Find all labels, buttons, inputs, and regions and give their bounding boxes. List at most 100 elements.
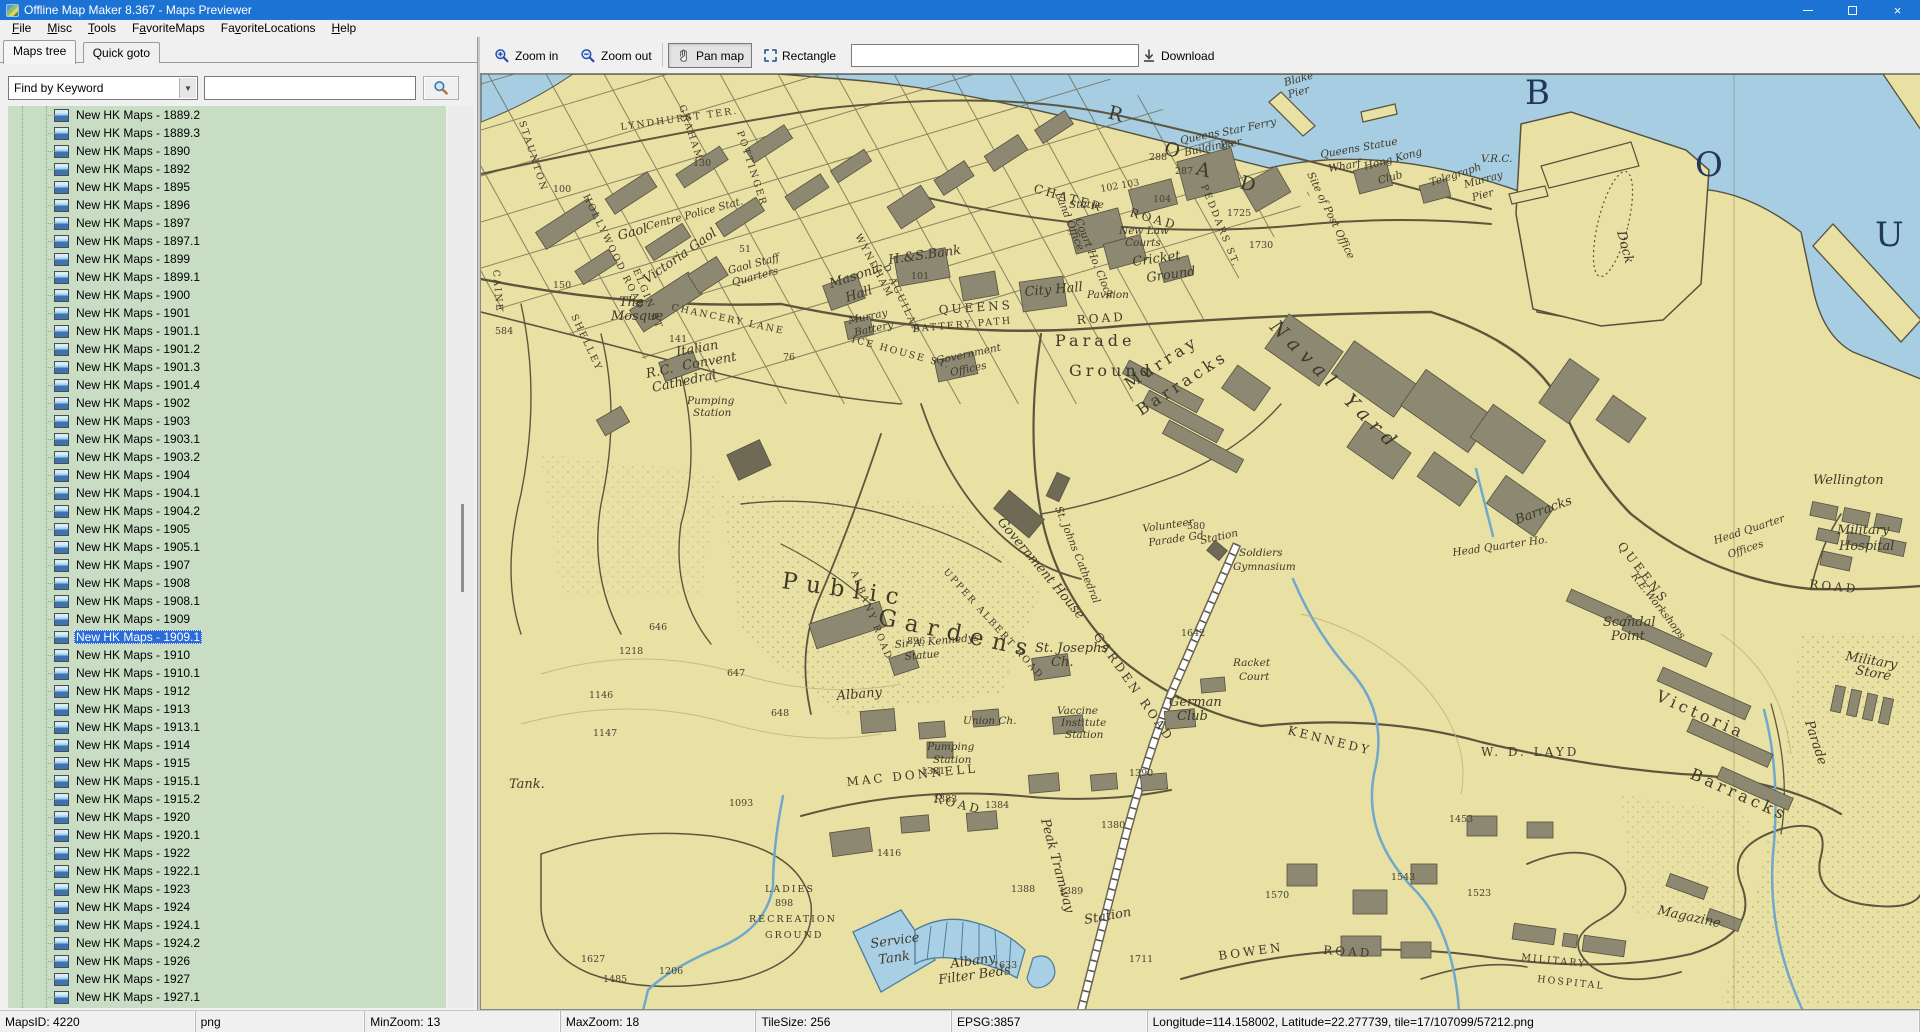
tree-item[interactable]: New HK Maps - 1910 — [8, 646, 446, 664]
download-label: Download — [1161, 49, 1214, 63]
tree-scrollbar[interactable] — [448, 106, 474, 1008]
map-thumbnail-icon — [54, 883, 69, 896]
tree-item[interactable]: New HK Maps - 1924.2 — [8, 934, 446, 952]
svg-text:1380: 1380 — [1101, 820, 1125, 831]
menu-item-help[interactable]: Help — [324, 20, 365, 36]
minimize-button[interactable] — [1785, 0, 1830, 20]
svg-text:1523: 1523 — [1467, 888, 1491, 899]
map-thumbnail-icon — [54, 667, 69, 680]
tree-item[interactable]: New HK Maps - 1910.1 — [8, 664, 446, 682]
zoom-out-button[interactable]: Zoom out — [572, 43, 660, 68]
map-canvas[interactable]: BOUROADBlakePierStar FerryPierQueens Sta… — [481, 74, 1920, 1010]
tree-item[interactable]: New HK Maps - 1904.2 — [8, 502, 446, 520]
tree-item[interactable]: New HK Maps - 1920.1 — [8, 826, 446, 844]
tree-item[interactable]: New HK Maps - 1920 — [8, 808, 446, 826]
tree-item[interactable]: New HK Maps - 1914 — [8, 736, 446, 754]
tree-item[interactable]: New HK Maps - 1901 — [8, 304, 446, 322]
zoom-out-icon — [580, 48, 596, 64]
tree-item[interactable]: New HK Maps - 1900 — [8, 286, 446, 304]
tree-item[interactable]: New HK Maps - 1901.1 — [8, 322, 446, 340]
tree-item[interactable]: New HK Maps - 1923 — [8, 880, 446, 898]
tree-item-label: New HK Maps - 1924.1 — [74, 918, 202, 932]
tree-item[interactable]: New HK Maps - 1907 — [8, 556, 446, 574]
tab-maps-tree[interactable]: Maps tree — [3, 40, 76, 64]
search-button[interactable] — [423, 76, 459, 100]
tree-item[interactable]: New HK Maps - 1909.1 — [8, 628, 446, 646]
menu-item-file[interactable]: File — [4, 20, 39, 36]
tree-item-label: New HK Maps - 1922 — [74, 846, 192, 860]
tree-item[interactable]: New HK Maps - 1897 — [8, 214, 446, 232]
rectangle-button[interactable]: Rectangle — [756, 43, 844, 68]
tree-item[interactable]: New HK Maps - 1903.2 — [8, 448, 446, 466]
tree-item[interactable]: New HK Maps - 1889.2 — [8, 106, 446, 124]
search-input[interactable] — [204, 76, 416, 100]
tree-item[interactable]: New HK Maps - 1904.1 — [8, 484, 446, 502]
menu-item-favoritemaps[interactable]: FavoriteMaps — [124, 20, 213, 36]
tree-item[interactable]: New HK Maps - 1912 — [8, 682, 446, 700]
tree-item[interactable]: New HK Maps - 1913.1 — [8, 718, 446, 736]
map-thumbnail-icon — [54, 973, 69, 986]
zoom-in-button[interactable]: Zoom in — [486, 43, 566, 68]
tree-item[interactable]: New HK Maps - 1892 — [8, 160, 446, 178]
find-mode-dropdown[interactable]: Find by Keyword ▼ — [8, 76, 198, 100]
tree-item-label: New HK Maps - 1899.1 — [74, 270, 202, 284]
tree-item[interactable]: New HK Maps - 1905.1 — [8, 538, 446, 556]
tree-item[interactable]: New HK Maps - 1890 — [8, 142, 446, 160]
pan-map-button[interactable]: Pan map — [668, 43, 752, 68]
map-thumbnail-icon — [54, 181, 69, 194]
tree-item[interactable]: New HK Maps - 1899.1 — [8, 268, 446, 286]
tree-item[interactable]: New HK Maps - 1903.1 — [8, 430, 446, 448]
tree-item[interactable]: New HK Maps - 1899 — [8, 250, 446, 268]
close-button[interactable]: × — [1875, 0, 1920, 20]
tree-item[interactable]: New HK Maps - 1909 — [8, 610, 446, 628]
svg-text:Institute: Institute — [1060, 717, 1106, 729]
tree-item[interactable]: New HK Maps - 1901.4 — [8, 376, 446, 394]
tree-scrollbar-thumb[interactable] — [461, 504, 464, 592]
tree-item[interactable]: New HK Maps - 1901.2 — [8, 340, 446, 358]
tree-item-label: New HK Maps - 1904.1 — [74, 486, 202, 500]
tree-item[interactable]: New HK Maps - 1924.1 — [8, 916, 446, 934]
toolbar-input[interactable] — [851, 44, 1139, 67]
tree-item[interactable]: New HK Maps - 1927 — [8, 970, 446, 988]
tree-item[interactable]: New HK Maps - 1915.1 — [8, 772, 446, 790]
map-thumbnail-icon — [54, 595, 69, 608]
tree-item[interactable]: New HK Maps - 1922.1 — [8, 862, 446, 880]
magnifier-icon — [433, 80, 449, 96]
map-thumbnail-icon — [54, 487, 69, 500]
chevron-down-icon[interactable]: ▼ — [179, 78, 196, 98]
tree-item[interactable]: New HK Maps - 1913 — [8, 700, 446, 718]
map-thumbnail-icon — [54, 361, 69, 374]
map-thumbnail-icon — [54, 685, 69, 698]
menu-item-tools[interactable]: Tools — [80, 20, 124, 36]
tree-item[interactable]: New HK Maps - 1897.1 — [8, 232, 446, 250]
menu-item-misc[interactable]: Misc — [39, 20, 80, 36]
tree-item[interactable]: New HK Maps - 1908.1 — [8, 592, 446, 610]
tree-item-label: New HK Maps - 1923 — [74, 882, 192, 896]
maximize-icon — [1848, 6, 1857, 15]
tree-item[interactable]: New HK Maps - 1895 — [8, 178, 446, 196]
map-thumbnail-icon — [54, 523, 69, 536]
menu-item-favoritelocations[interactable]: FavoriteLocations — [213, 20, 324, 36]
tab-quick-goto[interactable]: Quick goto — [83, 42, 160, 63]
tree-item[interactable]: New HK Maps - 1901.3 — [8, 358, 446, 376]
map-viewport[interactable]: BOUROADBlakePierStar FerryPierQueens Sta… — [480, 73, 1920, 1010]
download-button[interactable]: Download — [1134, 43, 1222, 68]
tree-item[interactable]: New HK Maps - 1896 — [8, 196, 446, 214]
tree-item[interactable]: New HK Maps - 1915.2 — [8, 790, 446, 808]
tree-item[interactable]: New HK Maps - 1927.1 — [8, 988, 446, 1006]
tree-item[interactable]: New HK Maps - 1908 — [8, 574, 446, 592]
tree-item[interactable]: New HK Maps - 1926 — [8, 952, 446, 970]
tree-item[interactable]: New HK Maps - 1904 — [8, 466, 446, 484]
tree-item[interactable]: New HK Maps - 1889.3 — [8, 124, 446, 142]
tree-item[interactable]: New HK Maps - 1903 — [8, 412, 446, 430]
tree-item[interactable]: New HK Maps - 1922 — [8, 844, 446, 862]
tree-item[interactable]: New HK Maps - 1924 — [8, 898, 446, 916]
tree-item[interactable]: New HK Maps - 1905 — [8, 520, 446, 538]
tree-item[interactable]: New HK Maps - 1902 — [8, 394, 446, 412]
maximize-button[interactable] — [1830, 0, 1875, 20]
svg-text:646: 646 — [649, 622, 667, 633]
title-bar[interactable]: Offline Map Maker 8.367 - Maps Previewer… — [0, 0, 1920, 20]
svg-text:LADIES: LADIES — [765, 884, 815, 895]
zoom-out-label: Zoom out — [601, 49, 652, 63]
tree-item[interactable]: New HK Maps - 1915 — [8, 754, 446, 772]
